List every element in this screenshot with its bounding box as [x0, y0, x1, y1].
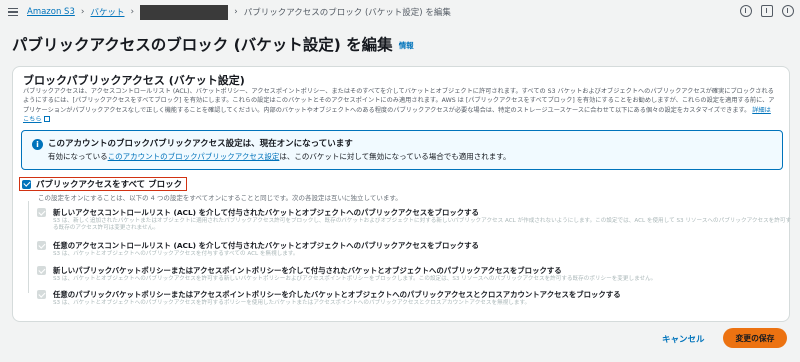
option-checkbox-any-policies[interactable] [37, 290, 46, 299]
info-link[interactable]: 情報 [399, 41, 414, 50]
notifications-icon[interactable] [761, 5, 773, 17]
option-label: 新しいアクセスコントロールリスト (ACL) を介して付与されたバケットとオブジ… [53, 208, 479, 217]
option-description: S3 は、バケットとオブジェクトへのパブリックアクセスを許可するポリシーを使用し… [53, 300, 531, 306]
option-description: S3 は、バケットとオブジェクトへのパブリックアクセスを許可する新しいバケットポ… [53, 276, 657, 282]
info-icon: i [32, 139, 43, 150]
breadcrumb-bucket-name-redacted[interactable] [140, 4, 229, 20]
external-link-icon [43, 115, 50, 122]
account-settings-link[interactable]: このアカウントのブロックパブリックアクセス設定 [108, 152, 280, 161]
panel-title: ブロックパブリックアクセス (バケット設定) [23, 74, 245, 87]
menu-icon[interactable] [8, 8, 18, 16]
block-public-access-panel: ブロックパブリックアクセス (バケット設定) パブリックアクセスは、アクセスコン… [12, 66, 792, 322]
option-checkbox-new-acls[interactable] [37, 208, 46, 217]
info-panel-icon[interactable] [740, 5, 752, 17]
cancel-button[interactable]: キャンセル [662, 333, 705, 345]
alert-heading: このアカウントのブロックパブリックアクセス設定は、現在オンになっています [48, 139, 353, 149]
block-all-public-access-checkbox-row[interactable]: パブリックアクセスをすべて ブロック [19, 177, 188, 191]
alert-body-prefix: 有効になっている [48, 152, 108, 161]
option-label: 任意のパブリックバケットポリシーまたはアクセスポイントポリシーを介したバケットと… [53, 290, 621, 299]
block-all-checkbox[interactable] [22, 179, 31, 189]
block-all-label: パブリックアクセスをすべて ブロック [36, 180, 183, 190]
account-setting-alert: i このアカウントのブロックパブリックアクセス設定は、現在オンになっています 有… [21, 130, 783, 170]
option-checkbox-any-acls[interactable] [37, 241, 46, 250]
breadcrumb-amazon-s3[interactable]: Amazon S3 [27, 7, 75, 17]
panel-description-text: パブリックアクセスは、アクセスコントロールリスト (ACL)、バケットポリシー、… [23, 88, 775, 114]
option-description: S3 は、バケットとオブジェクトへのパブリックアクセスを付与するすべての ACL… [53, 251, 299, 257]
option-label: 新しいパブリックバケットポリシーまたはアクセスポイントポリシーを介して付与された… [53, 266, 562, 275]
save-changes-button[interactable]: 変更の保存 [723, 328, 787, 348]
alert-body: 有効になっているこのアカウントのブロックパブリックアクセス設定は、このバケットに… [48, 151, 511, 162]
top-bar: Amazon S3 › バケット › › パブリックアクセスのブロック (バケッ… [0, 0, 800, 24]
block-all-description: この設定をオンにすることは、以下の 4 つの設定をすべてオンにすることと同じです… [38, 194, 402, 202]
breadcrumb-current: パブリックアクセスのブロック (バケット設定) を編集 [243, 8, 451, 18]
option-checkbox-new-policies[interactable] [37, 266, 46, 275]
history-icon[interactable] [782, 5, 794, 17]
panel-description: パブリックアクセスは、アクセスコントロールリスト (ACL)、バケットポリシー、… [23, 87, 775, 124]
breadcrumb-buckets[interactable]: バケット [90, 6, 124, 18]
page-title: パブリックアクセスのブロック (バケット設定) を編集 情報 [12, 33, 414, 55]
chevron-right-icon: › [130, 7, 135, 17]
option-description: S3 は、新しく追加されたバケットまたはオブジェクトに適用されたパブリックアクセ… [53, 218, 792, 231]
option-label: 任意のアクセスコントロールリスト (ACL) を介して付与されたバケットとオブジ… [53, 241, 479, 250]
options-tree-line [28, 201, 29, 293]
chevron-right-icon: › [80, 7, 85, 17]
alert-body-suffix: は、このバケットに対して無効になっている場合でも適用されます。 [279, 152, 511, 161]
chevron-right-icon: › [234, 7, 238, 17]
page-title-text: パブリックアクセスのブロック (バケット設定) を編集 [12, 36, 393, 54]
